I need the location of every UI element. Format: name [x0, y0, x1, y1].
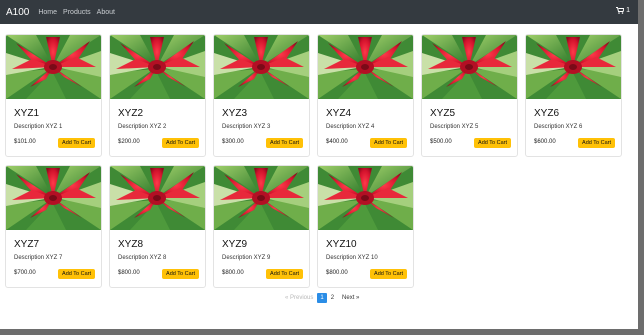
product-title: XYZ10	[326, 239, 357, 250]
pager-page-1[interactable]: 1	[317, 293, 327, 303]
add-to-cart-button[interactable]: Add To Cart	[58, 269, 95, 279]
brand-logo[interactable]: A100	[6, 7, 29, 18]
nav-link-home[interactable]: Home	[38, 9, 57, 16]
product-title: XYZ7	[14, 239, 40, 250]
pager-previous[interactable]: « Previous	[281, 293, 317, 303]
nav-link-about[interactable]: About	[97, 9, 115, 16]
product-title: XYZ3	[222, 108, 248, 119]
product-card: XYZ9 Description XYZ 9 $800.00 Add To Cart	[213, 165, 310, 288]
product-price: $300.00	[222, 139, 244, 145]
product-description: Description XYZ 7	[14, 255, 63, 261]
product-price: $600.00	[534, 139, 556, 145]
product-image[interactable]	[6, 166, 101, 230]
cart-icon	[616, 7, 625, 14]
product-card: XYZ6 Description XYZ 6 $600.00 Add To Cart	[525, 34, 622, 157]
product-image[interactable]	[6, 35, 101, 99]
product-image[interactable]	[214, 166, 309, 230]
product-title: XYZ6	[534, 108, 560, 119]
product-card: XYZ10 Description XYZ 10 $800.00 Add To Car…	[317, 165, 414, 288]
product-price: $700.00	[14, 270, 36, 276]
add-to-cart-button[interactable]: Add To Cart	[578, 138, 615, 148]
product-card: XYZ4 Description XYZ 4 $400.00 Add To Cart	[317, 34, 414, 157]
product-price: $500.00	[430, 139, 452, 145]
product-title: XYZ5	[430, 108, 456, 119]
product-price: $200.00	[118, 139, 140, 145]
product-image[interactable]	[422, 35, 517, 99]
page: A100 Home Products About 1 XYZ1 Descript…	[0, 0, 638, 329]
product-card: XYZ5 Description XYZ 5 $500.00 Add To Cart	[421, 34, 518, 157]
product-description: Description XYZ 8	[118, 255, 167, 261]
cart-count: 1	[626, 7, 630, 14]
product-description: Description XYZ 3	[222, 124, 271, 130]
add-to-cart-button[interactable]: Add To Cart	[370, 138, 407, 148]
product-description: Description XYZ 2	[118, 124, 167, 130]
pagination: « Previous 1 2 Next »	[281, 293, 363, 303]
product-price: $101.00	[14, 139, 36, 145]
add-to-cart-button[interactable]: Add To Cart	[474, 138, 511, 148]
pager-page-2[interactable]: 2	[327, 293, 338, 303]
nav-link-products[interactable]: Products	[63, 9, 91, 16]
product-title: XYZ1	[14, 108, 40, 119]
product-image[interactable]	[110, 35, 205, 99]
top-navbar: A100 Home Products About 1	[0, 0, 638, 24]
pager-next[interactable]: Next »	[338, 293, 363, 303]
product-title: XYZ9	[222, 239, 248, 250]
product-card: XYZ7 Description XYZ 7 $700.00 Add To Cart	[5, 165, 102, 288]
product-description: Description XYZ 1	[14, 124, 63, 130]
add-to-cart-button[interactable]: Add To Cart	[162, 138, 199, 148]
add-to-cart-button[interactable]: Add To Cart	[162, 269, 199, 279]
product-image[interactable]	[110, 166, 205, 230]
product-card: XYZ3 Description XYZ 3 $300.00 Add To Cart	[213, 34, 310, 157]
product-card: XYZ8 Description XYZ 8 $800.00 Add To Cart	[109, 165, 206, 288]
product-description: Description XYZ 6	[534, 124, 583, 130]
product-description: Description XYZ 10	[326, 255, 378, 261]
product-description: Description XYZ 4	[326, 124, 375, 130]
product-card: XYZ1 Description XYZ 1 $101.00 Add To Cart	[5, 34, 102, 157]
add-to-cart-button[interactable]: Add To Cart	[266, 138, 303, 148]
add-to-cart-button[interactable]: Add To Cart	[266, 269, 303, 279]
product-title: XYZ8	[118, 239, 144, 250]
product-grid: XYZ1 Description XYZ 1 $101.00 Add To Cart X…	[5, 34, 625, 288]
product-description: Description XYZ 5	[430, 124, 479, 130]
cart-link[interactable]: 1	[616, 7, 630, 14]
product-price: $800.00	[326, 270, 348, 276]
product-price: $800.00	[222, 270, 244, 276]
product-title: XYZ2	[118, 108, 144, 119]
product-image[interactable]	[318, 35, 413, 99]
product-image[interactable]	[318, 166, 413, 230]
product-card: XYZ2 Description XYZ 2 $200.00 Add To Cart	[109, 34, 206, 157]
product-price: $800.00	[118, 270, 140, 276]
product-image[interactable]	[214, 35, 309, 99]
product-description: Description XYZ 9	[222, 255, 271, 261]
add-to-cart-button[interactable]: Add To Cart	[370, 269, 407, 279]
product-price: $400.00	[326, 139, 348, 145]
product-image[interactable]	[526, 35, 621, 99]
product-title: XYZ4	[326, 108, 352, 119]
add-to-cart-button[interactable]: Add To Cart	[58, 138, 95, 148]
